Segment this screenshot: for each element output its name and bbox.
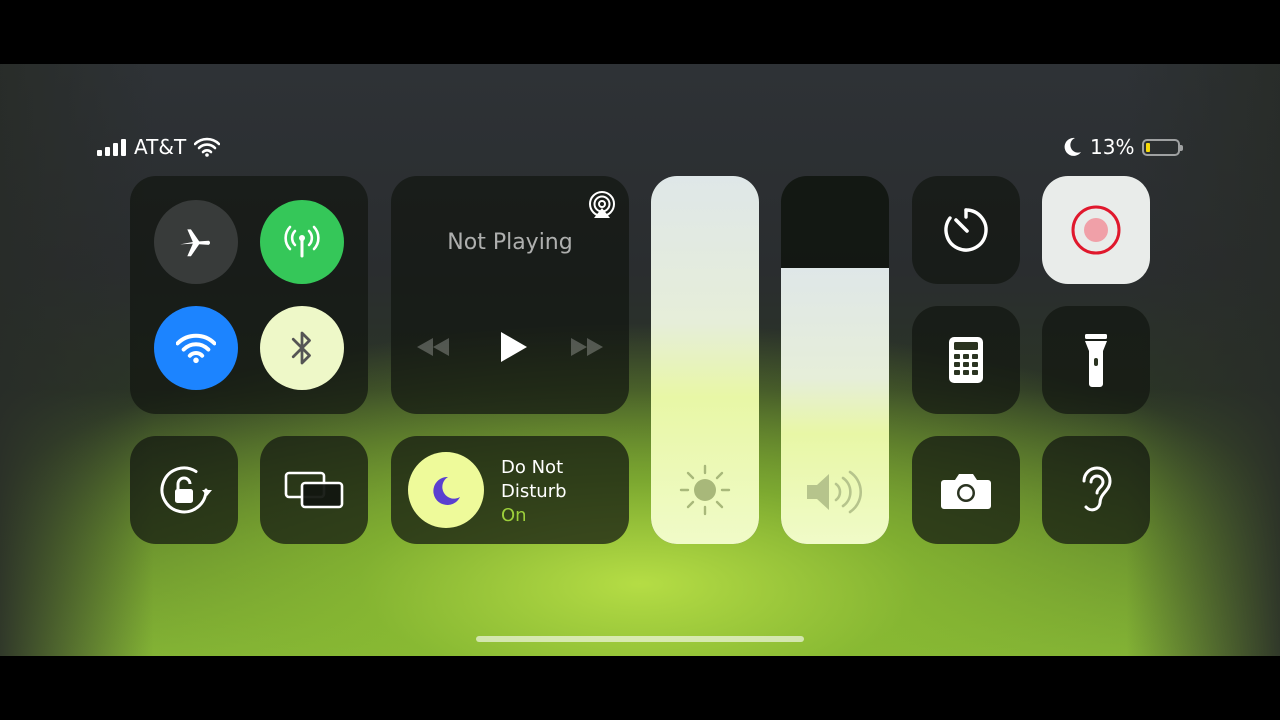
calculator-button[interactable] <box>912 306 1020 414</box>
record-icon <box>1071 205 1121 255</box>
screen-record-button[interactable] <box>1042 176 1150 284</box>
battery-percent: 13% <box>1090 135 1135 159</box>
calculator-icon <box>949 337 983 383</box>
ear-icon <box>1082 466 1112 512</box>
now-playing-title: Not Playing <box>447 230 573 255</box>
now-playing-module[interactable]: Not Playing <box>391 176 629 414</box>
flashlight-button[interactable] <box>1042 306 1150 414</box>
bluetooth-button[interactable] <box>260 306 344 390</box>
camera-icon <box>941 474 991 509</box>
hearing-button[interactable] <box>1042 436 1150 544</box>
wifi-button[interactable] <box>154 306 238 390</box>
bluetooth-icon <box>291 331 311 365</box>
fast-forward-icon[interactable] <box>569 336 605 358</box>
do-not-disturb-label: Do Not Disturb On <box>501 456 567 528</box>
speaker-icon <box>807 470 863 514</box>
timer-icon <box>944 208 988 252</box>
airplane-mode-button[interactable] <box>154 200 238 284</box>
wifi-icon <box>176 333 216 364</box>
carrier-label: AT&T <box>134 135 187 159</box>
play-icon[interactable] <box>497 330 529 364</box>
cellular-data-button[interactable] <box>260 200 344 284</box>
status-bar-right: 13% <box>1064 135 1184 159</box>
volume-slider[interactable] <box>781 176 889 544</box>
connectivity-module <box>130 176 368 414</box>
dnd-title-line1: Do Not <box>501 457 564 478</box>
battery-fill <box>1146 142 1151 152</box>
rewind-icon[interactable] <box>415 336 451 358</box>
control-center: AT&T 13% Not Playing Do Not Disturb On <box>0 64 1280 656</box>
antenna-icon <box>284 225 320 258</box>
home-indicator[interactable] <box>476 636 804 642</box>
flashlight-icon <box>1085 334 1107 387</box>
screen-mirroring-button[interactable] <box>260 436 368 544</box>
speaker-icon-wrap <box>781 466 889 518</box>
dnd-title-line2: Disturb <box>501 481 567 502</box>
status-bar-left: AT&T <box>97 135 221 159</box>
do-not-disturb-module[interactable]: Do Not Disturb On <box>391 436 629 544</box>
moon-icon <box>433 476 460 505</box>
do-not-disturb-toggle[interactable] <box>408 452 484 528</box>
rotation-lock-icon <box>160 466 212 514</box>
moon-icon <box>1064 137 1081 156</box>
dnd-status: On <box>501 505 527 526</box>
airplay-icon[interactable] <box>587 190 617 220</box>
signal-bars-icon <box>97 138 126 156</box>
sun-icon-wrap <box>651 462 759 518</box>
battery-icon <box>1142 138 1184 156</box>
wifi-icon <box>194 137 221 157</box>
sun-icon <box>679 464 731 516</box>
camera-button[interactable] <box>912 436 1020 544</box>
airplane-icon <box>180 229 211 257</box>
brightness-slider[interactable] <box>651 176 759 544</box>
orientation-lock-button[interactable] <box>130 436 238 544</box>
screen-mirroring-icon <box>284 471 344 509</box>
timer-button[interactable] <box>912 176 1020 284</box>
